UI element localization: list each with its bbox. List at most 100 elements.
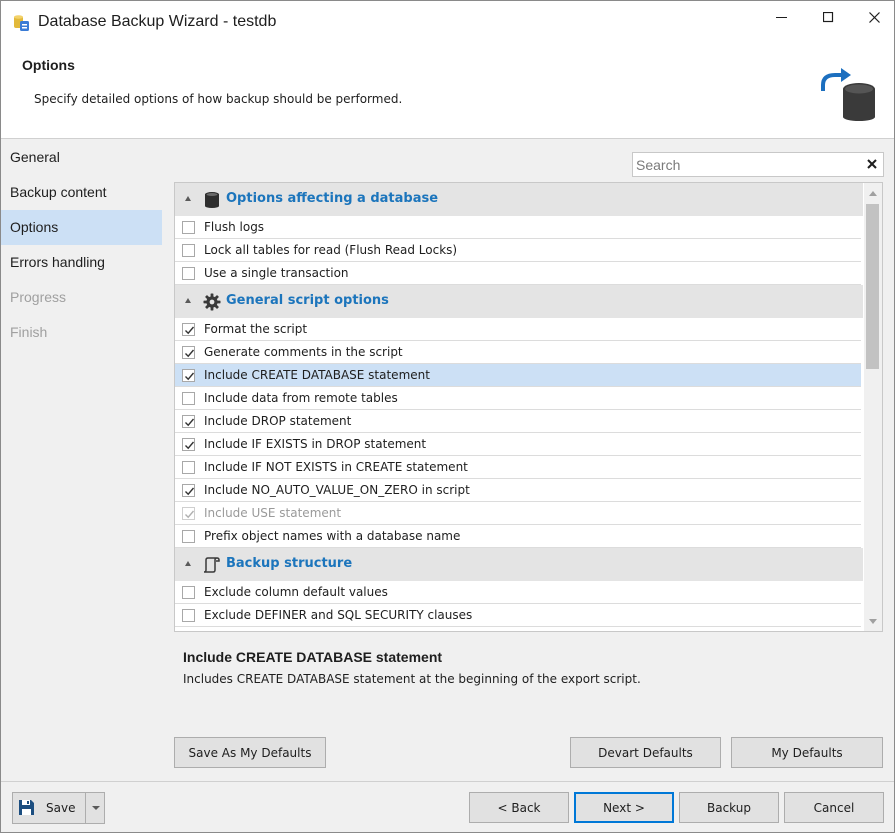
maximize-icon — [822, 11, 833, 22]
script-icon — [203, 557, 220, 573]
option-row-partial[interactable] — [175, 627, 861, 631]
option-row-exclude-column-defaults[interactable]: Exclude column default values — [175, 581, 861, 604]
option-row-if-exists-drop[interactable]: Include IF EXISTS in DROP statement — [175, 433, 861, 456]
save-label: Save — [46, 801, 76, 815]
option-row-generate-comments[interactable]: Generate comments in the script — [175, 341, 861, 364]
scroll-up-icon[interactable] — [869, 191, 877, 196]
save-button[interactable]: Save — [13, 793, 85, 823]
option-description-title: Include CREATE DATABASE statement — [183, 649, 443, 665]
group-header-backup-structure[interactable]: Backup structure — [175, 548, 863, 581]
checkmark-icon — [185, 326, 195, 335]
minimize-button[interactable] — [758, 1, 804, 33]
option-checkbox[interactable] — [182, 323, 195, 336]
wizard-footer: Save < Back Next > Backup Cancel — [1, 781, 894, 832]
option-checkbox[interactable] — [182, 415, 195, 428]
option-row-include-create-database[interactable]: Include CREATE DATABASE statement — [175, 364, 861, 387]
split-divider — [85, 793, 86, 823]
option-checkbox[interactable] — [182, 221, 195, 234]
options-list[interactable]: Options affecting a database Flush logs … — [174, 182, 883, 632]
minimize-icon — [775, 16, 787, 18]
checkmark-icon — [185, 487, 195, 496]
database-backup-icon — [821, 68, 875, 121]
scroll-thumb[interactable] — [866, 204, 879, 369]
option-label: Include DROP statement — [204, 414, 352, 428]
option-row-lock-tables[interactable]: Lock all tables for read (Flush Read Loc… — [175, 239, 861, 262]
title-bar[interactable]: Database Backup Wizard - testdb — [1, 1, 894, 45]
option-checkbox[interactable] — [182, 530, 195, 543]
scroll-down-icon[interactable] — [869, 619, 877, 624]
backup-button[interactable]: Backup — [679, 792, 779, 823]
nav-item-general[interactable]: General — [1, 140, 162, 175]
option-row-format-script[interactable]: Format the script — [175, 318, 861, 341]
app-icon — [14, 15, 29, 31]
option-row-exclude-definer[interactable]: Exclude DEFINER and SQL SECURITY clauses — [175, 604, 861, 627]
option-checkbox[interactable] — [182, 438, 195, 451]
group-header-general-script[interactable]: General script options — [175, 285, 863, 318]
collapse-icon[interactable] — [185, 298, 191, 303]
options-content: Options affecting a database Flush logs … — [162, 140, 894, 781]
collapse-icon[interactable] — [185, 196, 191, 201]
wizard-nav: General Backup content Options Errors ha… — [1, 140, 162, 781]
search-box[interactable] — [632, 152, 884, 177]
checkmark-icon — [185, 349, 195, 358]
option-label: Exclude column default values — [204, 585, 388, 599]
option-checkbox[interactable] — [182, 461, 195, 474]
option-row-flush-logs[interactable]: Flush logs — [175, 216, 861, 239]
group-label: Options affecting a database — [226, 191, 439, 206]
checkmark-icon — [185, 510, 195, 519]
next-button[interactable]: Next > — [574, 792, 674, 823]
option-checkbox[interactable] — [182, 244, 195, 257]
option-label: Format the script — [204, 322, 308, 336]
group-label: General script options — [226, 293, 389, 308]
option-row-include-remote-data[interactable]: Include data from remote tables — [175, 387, 861, 410]
checkmark-icon — [185, 418, 195, 427]
nav-item-backup-content[interactable]: Backup content — [1, 175, 162, 210]
options-scrollbar[interactable] — [864, 183, 882, 631]
backup-wizard-window: Database Backup Wizard - testdb Options … — [0, 0, 895, 833]
cancel-button[interactable]: Cancel — [784, 792, 884, 823]
checkmark-icon — [185, 372, 195, 381]
search-input[interactable] — [636, 155, 856, 174]
collapse-icon[interactable] — [185, 561, 191, 566]
option-row-prefix-object-names[interactable]: Prefix object names with a database name — [175, 525, 861, 548]
option-checkbox[interactable] — [182, 369, 195, 382]
option-label: Lock all tables for read (Flush Read Loc… — [204, 243, 458, 257]
nav-item-progress: Progress — [10, 289, 67, 305]
nav-item-options[interactable]: Options — [1, 210, 162, 245]
option-checkbox[interactable] — [182, 586, 195, 599]
group-header-database[interactable]: Options affecting a database — [175, 183, 863, 216]
option-row-if-not-exists-create[interactable]: Include IF NOT EXISTS in CREATE statemen… — [175, 456, 861, 479]
group-label: Backup structure — [226, 556, 353, 571]
option-label: Prefix object names with a database name — [204, 529, 461, 543]
window-title: Database Backup Wizard - testdb — [38, 13, 277, 30]
option-row-single-transaction[interactable]: Use a single transaction — [175, 262, 861, 285]
clear-search-icon[interactable] — [865, 157, 879, 171]
option-checkbox[interactable] — [182, 609, 195, 622]
option-row-include-drop[interactable]: Include DROP statement — [175, 410, 861, 433]
option-label: Generate comments in the script — [204, 345, 403, 359]
my-defaults-button[interactable]: My Defaults — [731, 737, 883, 768]
page-description: Specify detailed options of how backup s… — [34, 92, 403, 106]
close-button[interactable] — [851, 1, 894, 33]
option-checkbox[interactable] — [182, 346, 195, 359]
checkmark-icon — [185, 441, 195, 450]
devart-defaults-button[interactable]: Devart Defaults — [570, 737, 721, 768]
option-description-text: Includes CREATE DATABASE statement at th… — [183, 672, 641, 686]
option-label: Use a single transaction — [204, 266, 349, 280]
database-icon — [205, 192, 219, 208]
option-row-include-use: Include USE statement — [175, 502, 861, 525]
page-title: Options — [22, 57, 75, 73]
save-as-my-defaults-button[interactable]: Save As My Defaults — [174, 737, 326, 768]
option-checkbox[interactable] — [182, 392, 195, 405]
save-split-button[interactable]: Save — [12, 792, 105, 824]
back-button[interactable]: < Back — [469, 792, 569, 823]
option-checkbox[interactable] — [182, 267, 195, 280]
option-label: Exclude DEFINER and SQL SECURITY clauses — [204, 608, 473, 622]
option-checkbox[interactable] — [182, 484, 195, 497]
option-row-no-auto-value[interactable]: Include NO_AUTO_VALUE_ON_ZERO in script — [175, 479, 861, 502]
nav-item-errors-handling[interactable]: Errors handling — [1, 245, 162, 280]
dropdown-arrow-icon[interactable] — [92, 806, 100, 810]
option-checkbox — [182, 507, 195, 520]
maximize-button[interactable] — [805, 1, 851, 33]
option-label: Include USE statement — [204, 506, 342, 520]
